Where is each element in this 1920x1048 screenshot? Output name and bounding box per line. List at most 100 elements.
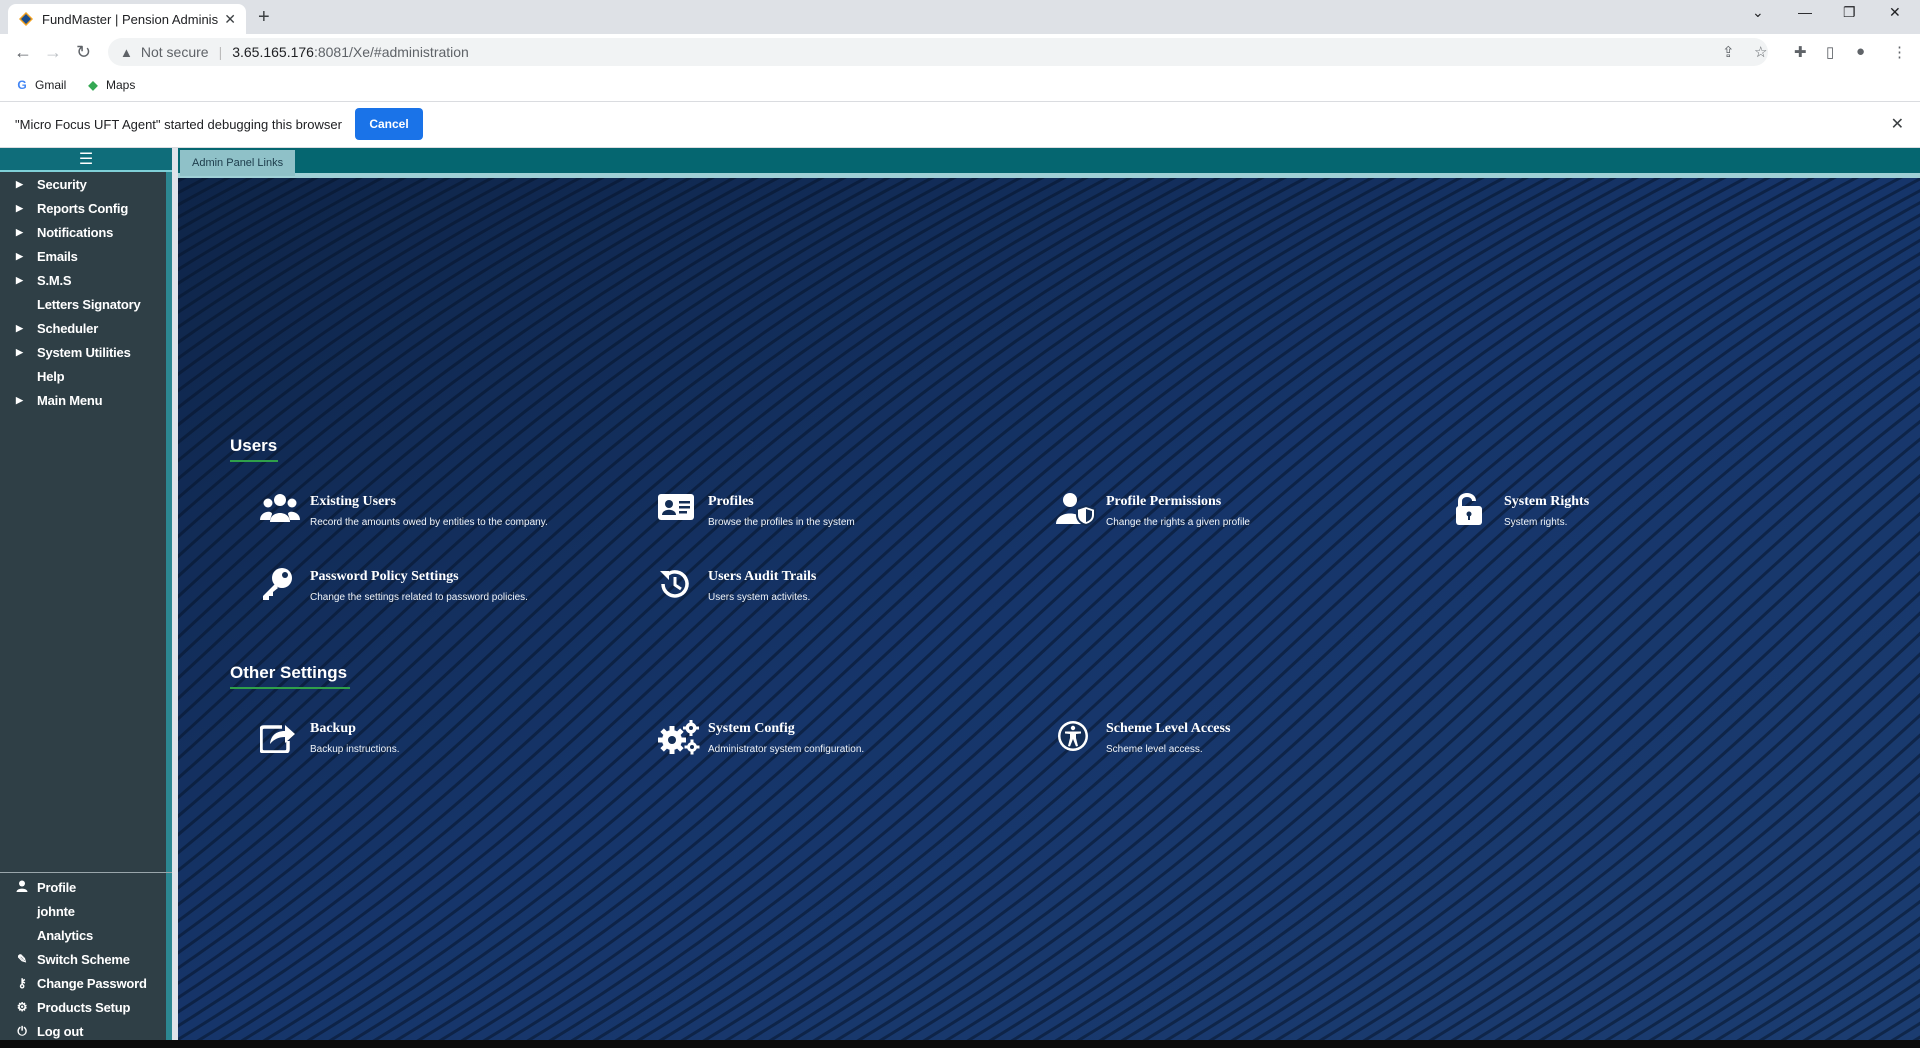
link-description: System rights.: [1504, 517, 1568, 528]
sidebar-item-label: Reports Config: [37, 200, 129, 216]
password-policy-settings-link[interactable]: Password Policy Settings Change the sett…: [258, 567, 528, 611]
fundmaster-favicon: [19, 12, 33, 26]
user-icon: [14, 880, 30, 895]
reload-icon[interactable]: ↻: [76, 42, 91, 63]
link-description: Users system activites.: [708, 592, 811, 603]
sidebar-item-label: Profile: [37, 879, 77, 895]
tab-admin-panel-links[interactable]: Admin Panel Links: [180, 150, 296, 176]
restore-icon[interactable]: ❐: [1843, 4, 1856, 21]
profile-permissions-link[interactable]: Profile Permissions Change the rights a …: [1054, 492, 1250, 536]
change-password-link[interactable]: ⚷ Change Password: [0, 971, 172, 995]
link-description: Backup instructions.: [310, 744, 400, 755]
sidebar-item-system-utilities[interactable]: ▶ System Utilities: [0, 340, 172, 364]
existing-users-link[interactable]: Existing Users Record the amounts owed b…: [258, 492, 548, 536]
caret-right-icon: ▶: [16, 250, 23, 261]
sidebar-item-label: Letters Signatory: [37, 296, 141, 312]
link-title: Profiles: [708, 494, 754, 509]
profile-avatar-icon[interactable]: ●: [1856, 43, 1865, 60]
url-host: 3.65.165.176: [232, 44, 314, 60]
back-icon[interactable]: ←: [14, 42, 32, 63]
profiles-link[interactable]: Profiles Browse the profiles in the syst…: [656, 492, 855, 536]
sidebar-item-label: johnte: [37, 903, 75, 919]
caret-right-icon: ▶: [16, 226, 23, 237]
sidebar-item-sms[interactable]: ▶ S.M.S: [0, 268, 172, 292]
bookmark-star-icon[interactable]: ☆: [1754, 43, 1767, 61]
username-label: johnte: [0, 899, 172, 923]
analytics-link[interactable]: Analytics: [0, 923, 172, 947]
sidebar-item-scheduler[interactable]: ▶ Scheduler: [0, 316, 172, 340]
sidebar-item-label: Help: [37, 368, 65, 384]
browser-tabstrip: FundMaster | Pension Administra ✕ + ⌄ — …: [0, 0, 1920, 34]
new-tab-icon[interactable]: +: [258, 6, 270, 29]
cancel-debug-button[interactable]: Cancel: [355, 108, 423, 140]
sidebar-item-letters-signatory[interactable]: Letters Signatory: [0, 292, 172, 316]
link-description: Change the rights a given profile: [1106, 517, 1250, 528]
link-title: Profile Permissions: [1106, 494, 1222, 509]
sidebar-item-security[interactable]: ▶ Security: [0, 172, 172, 196]
id-card-icon: [656, 492, 708, 536]
caret-right-icon: ▶: [16, 274, 23, 285]
link-title: System Config: [708, 721, 795, 736]
section-title: Other Settings: [230, 663, 348, 682]
system-config-link[interactable]: System Config Administrator system confi…: [656, 719, 864, 763]
sidebar-item-notifications[interactable]: ▶ Notifications: [0, 220, 172, 244]
link-description: Browse the profiles in the system: [708, 517, 855, 528]
profile-link[interactable]: Profile: [0, 875, 172, 899]
scheme-level-access-link[interactable]: Scheme Level Access Scheme level access.: [1054, 719, 1230, 763]
extensions-icon[interactable]: ✚: [1794, 43, 1807, 61]
sidebar-item-emails[interactable]: ▶ Emails: [0, 244, 172, 268]
sidebar-item-main-menu[interactable]: ▶ Main Menu: [0, 388, 172, 412]
infobar-close-icon[interactable]: ✕: [1891, 114, 1904, 134]
sidebar-item-label: Log out: [37, 1023, 84, 1039]
url-path: :8081/Xe/#administration: [313, 44, 469, 60]
link-title: Existing Users: [310, 494, 396, 509]
cogs-icon: [656, 719, 708, 763]
window-close-icon[interactable]: ✕: [1889, 4, 1901, 21]
bookmark-label: Gmail: [35, 78, 67, 92]
tab-search-icon[interactable]: ⌄: [1752, 4, 1764, 21]
link-description: Administrator system configuration.: [708, 744, 865, 755]
caret-right-icon: ▶: [16, 346, 23, 357]
bookmark-gmail[interactable]: G Gmail: [15, 78, 66, 92]
unlock-icon: [1452, 492, 1504, 536]
tab-close-icon[interactable]: ✕: [224, 11, 236, 28]
link-title: Scheme Level Access: [1106, 721, 1231, 736]
side-panel-icon[interactable]: ▯: [1826, 43, 1834, 61]
link-description: Scheme level access.: [1106, 744, 1203, 755]
key-icon: ⚷: [17, 976, 27, 990]
address-bar[interactable]: ▲ Not secure | 3.65.165.176 :8081/Xe/#ad…: [108, 38, 1768, 66]
minimize-icon[interactable]: —: [1798, 4, 1812, 20]
caret-right-icon: ▶: [16, 202, 23, 213]
link-title: Backup: [310, 721, 356, 736]
security-status: Not secure: [140, 44, 209, 60]
sidebar-bottom-menu: Profile johnte Analytics ✎ Switch Scheme…: [0, 872, 172, 1043]
sidebar-item-label: Change Password: [37, 975, 147, 991]
accessibility-icon: [1054, 719, 1106, 763]
switch-scheme-link[interactable]: ✎ Switch Scheme: [0, 947, 172, 971]
section-title: Users: [230, 436, 278, 455]
power-icon: ⏻: [17, 1023, 27, 1038]
users-audit-trails-link[interactable]: Users Audit Trails Users system activite…: [656, 567, 816, 611]
menu-kebab-icon[interactable]: ⋮: [1892, 43, 1907, 61]
bookmark-maps[interactable]: ◆ Maps: [86, 78, 135, 92]
forward-icon[interactable]: →: [44, 42, 62, 63]
link-description: Record the amounts owed by entities to t…: [310, 517, 548, 528]
google-icon: G: [17, 78, 27, 92]
caret-right-icon: ▶: [16, 394, 23, 405]
share-icon[interactable]: ⇪: [1722, 43, 1735, 61]
backup-link[interactable]: Backup Backup instructions.: [258, 719, 400, 763]
panel-tabbar: Admin Panel Links: [178, 148, 1920, 178]
system-rights-link[interactable]: System Rights System rights.: [1452, 492, 1589, 536]
sidebar-item-reports-config[interactable]: ▶ Reports Config: [0, 196, 172, 220]
browser-tab[interactable]: FundMaster | Pension Administra ✕: [8, 4, 246, 34]
switch-icon: ✎: [17, 952, 27, 966]
hamburger-menu-icon[interactable]: ☰: [0, 148, 172, 172]
user-shield-icon: [1054, 492, 1106, 536]
bookmarks-bar: G Gmail ◆ Maps: [0, 72, 1920, 102]
sidebar-item-help[interactable]: Help: [0, 364, 172, 388]
link-description: Change the settings related to password …: [310, 592, 528, 603]
sidebar-item-label: Products Setup: [37, 999, 131, 1015]
products-setup-link[interactable]: ⚙ Products Setup: [0, 995, 172, 1019]
sidebar-item-label: Notifications: [37, 224, 114, 240]
users-section-heading: Users: [230, 436, 278, 462]
